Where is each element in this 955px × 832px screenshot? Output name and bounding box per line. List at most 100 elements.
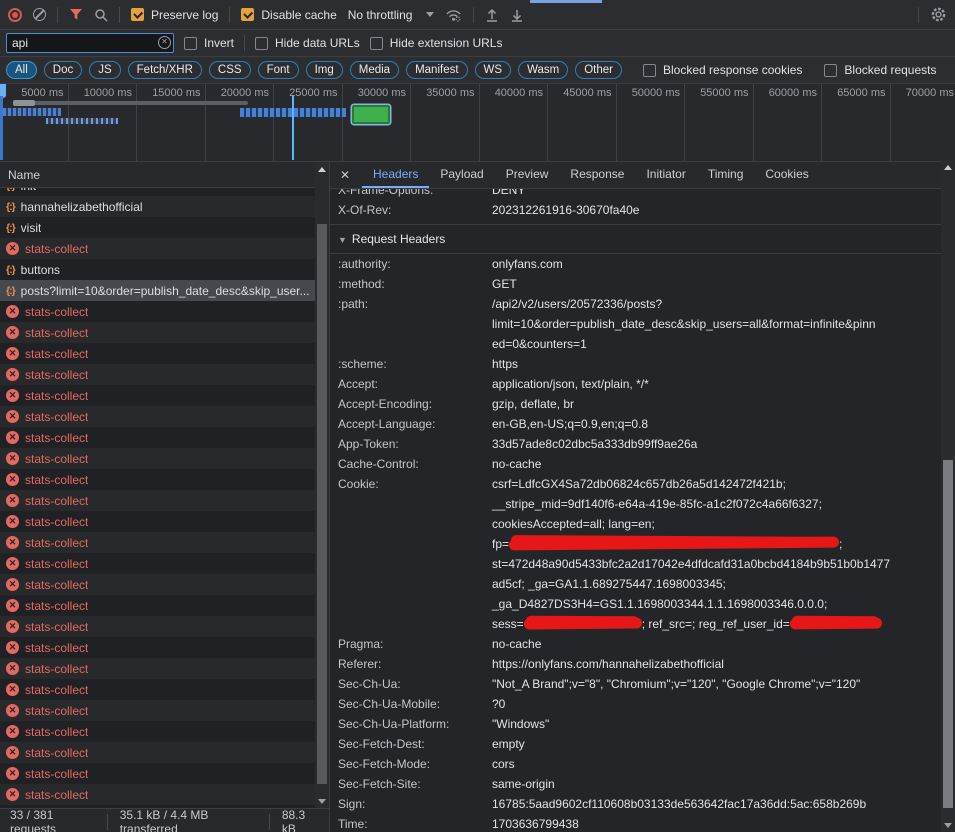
filter-pill-media[interactable]: Media bbox=[350, 61, 399, 79]
request-row-stats-collect[interactable]: ✕stats-collect bbox=[0, 406, 329, 427]
request-row-stats-collect[interactable]: ✕stats-collect bbox=[0, 574, 329, 595]
filter-pill-wasm[interactable]: Wasm bbox=[518, 61, 568, 79]
request-name: stats-collect bbox=[25, 683, 88, 697]
close-icon[interactable]: ✕ bbox=[340, 168, 362, 182]
header-value: 1703636799438 bbox=[492, 814, 941, 832]
throttling-dropdown[interactable]: No throttling bbox=[348, 8, 435, 22]
filter-pill-js[interactable]: JS bbox=[89, 61, 120, 79]
request-row-posts-limit-10-order-publish-d[interactable]: {:}posts?limit=10&order=publish_date_des… bbox=[0, 280, 329, 301]
scroll-up-icon[interactable] bbox=[315, 162, 329, 176]
filter-pill-img[interactable]: Img bbox=[306, 61, 343, 79]
search-icon[interactable] bbox=[94, 8, 108, 22]
name-column-header[interactable]: Name bbox=[0, 162, 329, 188]
header-name: :authority: bbox=[330, 254, 492, 274]
header-value: GET bbox=[492, 274, 941, 294]
scroll-down-icon[interactable] bbox=[941, 818, 955, 832]
request-row-stats-collect[interactable]: ✕stats-collect bbox=[0, 721, 329, 742]
request-row-stats-collect[interactable]: ✕stats-collect bbox=[0, 784, 329, 805]
header-name: Sec-Fetch-Site: bbox=[330, 774, 492, 794]
blocked-requests-checkbox[interactable]: Blocked requests bbox=[824, 63, 936, 77]
request-name: stats-collect bbox=[25, 578, 88, 592]
json-resource-icon: {:} bbox=[6, 201, 15, 213]
filter-pill-other[interactable]: Other bbox=[575, 61, 622, 79]
request-row-buttons[interactable]: {:}buttons bbox=[0, 259, 329, 280]
request-row-stats-collect[interactable]: ✕stats-collect bbox=[0, 637, 329, 658]
request-row-stats-collect[interactable]: ✕stats-collect bbox=[0, 238, 329, 259]
scrollbar-thumb[interactable] bbox=[943, 460, 953, 808]
filter-pill-fetch-xhr[interactable]: Fetch/XHR bbox=[128, 61, 202, 79]
status-divider bbox=[269, 814, 270, 830]
filter-pill-doc[interactable]: Doc bbox=[44, 61, 82, 79]
network-overview-timeline[interactable]: 5000 ms10000 ms15000 ms20000 ms25000 ms3… bbox=[0, 84, 955, 162]
request-row-stats-collect[interactable]: ✕stats-collect bbox=[0, 616, 329, 637]
request-row-stats-collect[interactable]: ✕stats-collect bbox=[0, 490, 329, 511]
export-har-icon[interactable] bbox=[510, 8, 524, 22]
filter-pill-manifest[interactable]: Manifest bbox=[406, 61, 467, 79]
filter-pill-font[interactable]: Font bbox=[258, 61, 299, 79]
tab-timing[interactable]: Timing bbox=[697, 162, 755, 188]
invert-checkbox[interactable]: Invert bbox=[184, 36, 234, 50]
hide-extension-urls-checkbox[interactable]: Hide extension URLs bbox=[370, 36, 503, 50]
tab-preview[interactable]: Preview bbox=[495, 162, 560, 188]
tab-headers[interactable]: Headers bbox=[362, 162, 429, 188]
request-header-row-cookie: Cookie:csrf=LdfcGX4Sa72db06824c657db26a5… bbox=[330, 474, 941, 634]
import-har-icon[interactable] bbox=[485, 8, 499, 22]
request-row-stats-collect[interactable]: ✕stats-collect bbox=[0, 595, 329, 616]
header-name: :path: bbox=[330, 294, 492, 314]
request-row-init[interactable]: {:}init bbox=[0, 188, 329, 196]
scroll-up-icon[interactable] bbox=[941, 160, 955, 174]
request-row-stats-collect[interactable]: ✕stats-collect bbox=[0, 427, 329, 448]
request-row-stats-collect[interactable]: ✕stats-collect bbox=[0, 448, 329, 469]
details-scrollbar[interactable] bbox=[941, 160, 955, 832]
request-name: stats-collect bbox=[25, 662, 88, 676]
record-network-log-button[interactable] bbox=[8, 8, 22, 22]
request-headers-section-header[interactable]: ▼Request Headers bbox=[330, 225, 941, 253]
header-value: 202312261916-30670fa40e bbox=[492, 200, 941, 220]
request-list-scrollbar[interactable] bbox=[315, 162, 329, 808]
scrollbar-thumb[interactable] bbox=[317, 224, 327, 784]
clear-network-log-button[interactable] bbox=[33, 8, 46, 21]
request-row-stats-collect[interactable]: ✕stats-collect bbox=[0, 511, 329, 532]
disclosure-triangle-icon: ▼ bbox=[338, 235, 347, 245]
request-row-stats-collect[interactable]: ✕stats-collect bbox=[0, 469, 329, 490]
error-circle-icon: ✕ bbox=[6, 599, 19, 612]
disable-cache-checkbox[interactable]: Disable cache bbox=[241, 8, 336, 22]
clear-filter-icon[interactable]: ✕ bbox=[158, 36, 171, 49]
filter-input[interactable] bbox=[6, 33, 174, 53]
filter-pill-css[interactable]: CSS bbox=[209, 61, 251, 79]
filter-pill-all[interactable]: All bbox=[6, 61, 37, 79]
request-row-stats-collect[interactable]: ✕stats-collect bbox=[0, 700, 329, 721]
tab-response[interactable]: Response bbox=[559, 162, 635, 188]
timeline-tick: 45000 ms bbox=[548, 84, 617, 161]
tab-cookies[interactable]: Cookies bbox=[754, 162, 819, 188]
blocked-response-cookies-checkbox[interactable]: Blocked response cookies bbox=[643, 63, 802, 77]
toolbar-divider bbox=[229, 7, 230, 23]
request-row-stats-collect[interactable]: ✕stats-collect bbox=[0, 385, 329, 406]
hide-data-urls-checkbox[interactable]: Hide data URLs bbox=[255, 36, 360, 50]
network-conditions-icon[interactable] bbox=[445, 8, 462, 22]
filter-icon[interactable] bbox=[69, 8, 83, 21]
request-row-stats-collect[interactable]: ✕stats-collect bbox=[0, 553, 329, 574]
request-row-hannahelizabethofficial[interactable]: {:}hannahelizabethofficial bbox=[0, 196, 329, 217]
header-value: 16785:5aad9602cf110608b03133de563642fac1… bbox=[492, 794, 941, 814]
request-row-stats-collect[interactable]: ✕stats-collect bbox=[0, 763, 329, 784]
request-row-stats-collect[interactable]: ✕stats-collect bbox=[0, 742, 329, 763]
preserve-log-checkbox[interactable]: Preserve log bbox=[131, 8, 218, 22]
tab-payload[interactable]: Payload bbox=[429, 162, 494, 188]
request-row-stats-collect[interactable]: ✕stats-collect bbox=[0, 658, 329, 679]
settings-gear-icon[interactable] bbox=[930, 6, 947, 23]
request-row-stats-collect[interactable]: ✕stats-collect bbox=[0, 679, 329, 700]
chevron-down-icon bbox=[426, 12, 434, 17]
scroll-down-icon[interactable] bbox=[315, 794, 329, 808]
request-row-stats-collect[interactable]: ✕stats-collect bbox=[0, 364, 329, 385]
request-name: stats-collect bbox=[25, 620, 88, 634]
tab-initiator[interactable]: Initiator bbox=[635, 162, 696, 188]
request-row-visit[interactable]: {:}visit bbox=[0, 217, 329, 238]
request-row-stats-collect[interactable]: ✕stats-collect bbox=[0, 322, 329, 343]
filter-pill-ws[interactable]: WS bbox=[475, 61, 512, 79]
request-row-stats-collect[interactable]: ✕stats-collect bbox=[0, 343, 329, 364]
request-row-stats-collect[interactable]: ✕stats-collect bbox=[0, 532, 329, 553]
requests-panel: Name {:}init{:}hannahelizabethofficial{:… bbox=[0, 162, 330, 832]
request-header-row-sec-ch-ua: Sec-Ch-Ua:"Not_A Brand";v="8", "Chromium… bbox=[330, 674, 941, 694]
request-row-stats-collect[interactable]: ✕stats-collect bbox=[0, 301, 329, 322]
